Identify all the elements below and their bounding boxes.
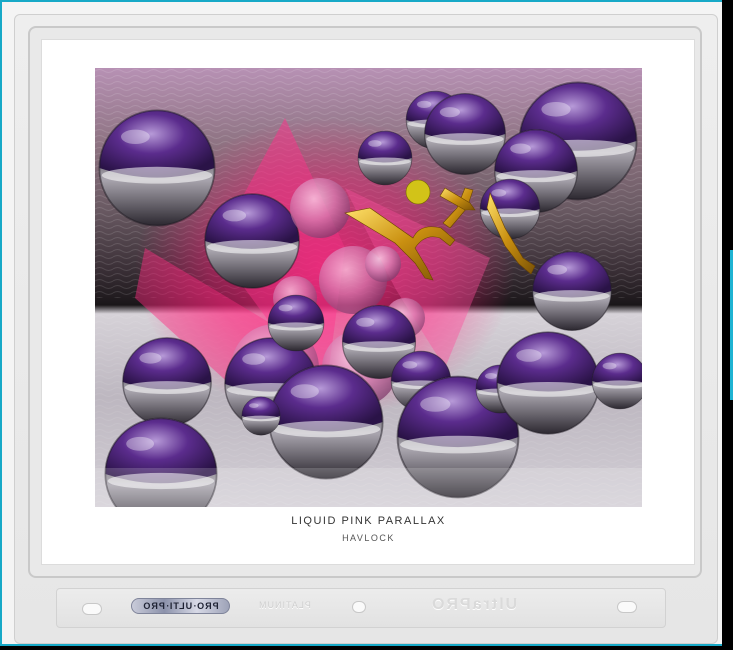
sleeve-hole-right xyxy=(617,601,637,613)
embossed-brand-text: UltraPRO xyxy=(430,596,518,613)
right-edge-strip xyxy=(722,0,733,650)
sleeve-hole-center xyxy=(352,601,366,613)
print-title: LIQUID PINK PARALLAX xyxy=(291,515,446,527)
sleeve-hole-left xyxy=(82,603,102,615)
embossed-platinum-text: PLATINUM xyxy=(258,600,311,610)
print-artist: HAVLOCK xyxy=(342,533,395,543)
artwork-render xyxy=(95,68,642,507)
artwork-image xyxy=(95,68,642,507)
brand-hologram-badge: PRO·ULTI·PRO xyxy=(131,598,230,614)
